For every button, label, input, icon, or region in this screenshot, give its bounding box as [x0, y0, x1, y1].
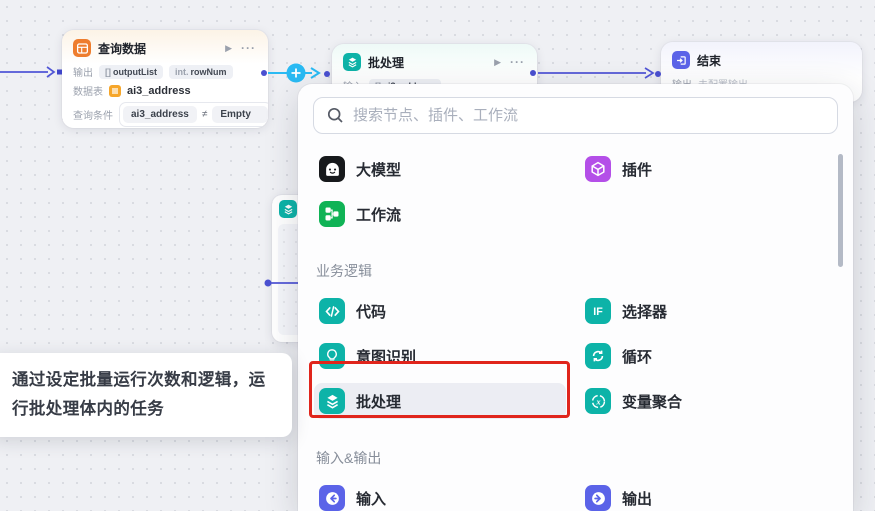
table-icon [109, 84, 121, 97]
variable-aggregate-icon: x [585, 388, 611, 414]
menu-item-label: 插件 [622, 161, 653, 179]
llm-icon [319, 156, 345, 182]
svg-text:x: x [595, 396, 601, 406]
table-row-label: 数据表 [73, 87, 103, 98]
end-arrow-icon [672, 51, 690, 69]
lightbulb-icon [319, 343, 345, 369]
menu-item-code[interactable]: 代码 [314, 293, 566, 329]
menu-item-label: 大模型 [356, 161, 402, 179]
output-row-label: 输出 [73, 68, 93, 79]
menu-item-loop[interactable]: 循环 [580, 338, 825, 374]
menu-item-label: 循环 [622, 348, 653, 366]
if-icon: IF [585, 298, 611, 324]
code-icon [319, 298, 345, 324]
search-input[interactable] [353, 107, 824, 124]
svg-text:IF: IF [593, 306, 603, 318]
run-node-button[interactable]: ▶ [494, 57, 501, 68]
node-title: 查询数据 [98, 41, 147, 56]
output-arrow-icon [585, 485, 611, 511]
search-box[interactable] [313, 97, 838, 134]
menu-item-plugin[interactable]: 插件 [580, 151, 825, 187]
node-picker-popup: 大模型 插件 工作流 业务逻辑 [298, 84, 853, 511]
search-icon [327, 107, 344, 124]
batch-layers-icon [319, 388, 345, 414]
condition-operator[interactable]: ≠ [202, 109, 208, 120]
menu-item-aggregate[interactable]: x 变量聚合 [580, 383, 825, 419]
condition-value[interactable]: Empty [212, 106, 268, 123]
input-arrow-icon [319, 485, 345, 511]
menu-item-label: 变量聚合 [622, 393, 683, 411]
section-business-logic: 业务逻辑 [316, 263, 372, 279]
node-header: 查询数据 ▶ ··· [62, 30, 268, 62]
section-input-output: 输入&输出 [316, 450, 382, 466]
workflow-canvas[interactable]: 查询数据 ▶ ··· 输出 [] outputList int. rowNum 数据… [0, 0, 875, 511]
node-menu: 大模型 插件 工作流 业务逻辑 代码 IF 选择器 意图识别 循环 批处理 x … [298, 134, 853, 511]
output-badge: [] outputList [99, 64, 163, 79]
node-title: 结束 [697, 53, 722, 68]
output-badge: int. rowNum [169, 64, 233, 79]
batch-layers-icon [343, 53, 361, 71]
menu-item-selector[interactable]: IF 选择器 [580, 293, 825, 329]
loop-icon [585, 343, 611, 369]
batch-tooltip: 通过设定批量运行次数和逻辑，运行批处理体内的任务 [0, 353, 292, 437]
node-more-button[interactable]: ··· [241, 41, 256, 55]
node-more-button[interactable]: ··· [510, 55, 525, 69]
menu-item-label: 代码 [356, 303, 387, 321]
plugin-cube-icon [585, 156, 611, 182]
menu-item-batch[interactable]: 批处理 [314, 383, 566, 419]
condition-field[interactable]: ai3_address [123, 106, 197, 123]
workflow-icon [319, 201, 345, 227]
menu-item-label: 选择器 [622, 303, 668, 321]
table-name: ai3_address [127, 84, 191, 97]
menu-item-workflow[interactable]: 工作流 [314, 196, 566, 232]
condition-row-label: 查询条件 [73, 111, 113, 122]
node-query-data[interactable]: 查询数据 ▶ ··· 输出 [] outputList int. rowNum 数据… [62, 30, 268, 128]
menu-item-label: 输入 [356, 490, 387, 508]
menu-item-intent[interactable]: 意图识别 [314, 338, 566, 374]
menu-item-label: 批处理 [356, 393, 402, 411]
menu-item-label: 输出 [622, 490, 653, 508]
menu-item-label: 意图识别 [356, 348, 417, 366]
add-node-button [286, 63, 306, 83]
menu-item-output[interactable]: 输出 [580, 480, 825, 511]
menu-item-input[interactable]: 输入 [314, 480, 566, 511]
run-node-button[interactable]: ▶ [225, 43, 232, 54]
batch-layers-icon [279, 200, 297, 218]
popup-scrollbar[interactable] [838, 154, 843, 267]
menu-item-label: 工作流 [356, 206, 402, 224]
node-title: 批处理 [368, 55, 405, 70]
menu-item-llm[interactable]: 大模型 [314, 151, 566, 187]
condition-editor[interactable]: ai3_address ≠ Empty [119, 102, 268, 127]
database-icon [73, 39, 91, 57]
